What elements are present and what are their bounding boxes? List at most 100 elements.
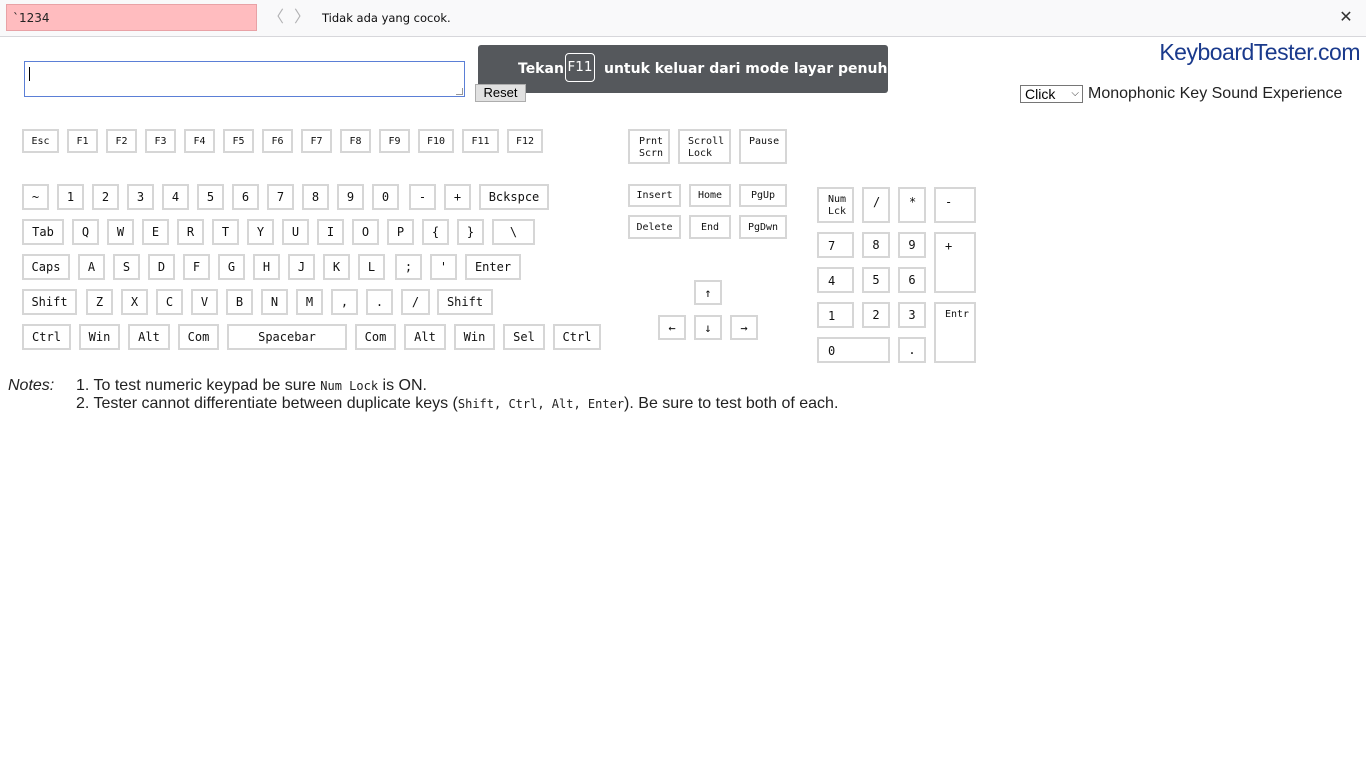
key-numpad-1[interactable]: 1: [817, 302, 854, 328]
key-left-brace[interactable]: {: [422, 219, 449, 245]
key-q[interactable]: Q: [72, 219, 99, 245]
key-comma[interactable]: ,: [331, 289, 358, 315]
key-alt-right[interactable]: Alt: [404, 324, 446, 350]
key-h[interactable]: H: [253, 254, 280, 280]
sound-select[interactable]: Click ⌵: [1020, 85, 1083, 103]
key-enter[interactable]: Enter: [465, 254, 521, 280]
key-numpad-0[interactable]: 0: [817, 337, 890, 363]
key-numpad-enter[interactable]: Entr: [934, 302, 976, 363]
key-scroll-lock[interactable]: Scroll Lock: [678, 129, 731, 164]
key-m[interactable]: M: [296, 289, 323, 315]
key-f4[interactable]: F4: [184, 129, 215, 153]
key-f7[interactable]: F7: [301, 129, 332, 153]
key-y[interactable]: Y: [247, 219, 274, 245]
key-win-left[interactable]: Win: [79, 324, 120, 350]
arrow-down-icon[interactable]: ↓: [694, 315, 722, 340]
resize-grip-icon[interactable]: [456, 88, 463, 95]
key-end[interactable]: End: [689, 215, 731, 239]
key-9[interactable]: 9: [337, 184, 364, 210]
key-com-right[interactable]: Com: [355, 324, 396, 350]
key-b[interactable]: B: [226, 289, 253, 315]
find-input[interactable]: `1234: [6, 4, 257, 31]
key-d[interactable]: D: [148, 254, 175, 280]
key-1[interactable]: 1: [57, 184, 84, 210]
key-pgdwn[interactable]: PgDwn: [739, 215, 787, 239]
key-right-brace[interactable]: }: [457, 219, 484, 245]
key-pgup[interactable]: PgUp: [739, 184, 787, 207]
key-shift-right[interactable]: Shift: [437, 289, 493, 315]
key-u[interactable]: U: [282, 219, 309, 245]
key-minus[interactable]: -: [409, 184, 436, 210]
key-r[interactable]: R: [177, 219, 204, 245]
key-f10[interactable]: F10: [418, 129, 454, 153]
key-x[interactable]: X: [121, 289, 148, 315]
key-o[interactable]: O: [352, 219, 379, 245]
key-w[interactable]: W: [107, 219, 134, 245]
site-logo[interactable]: KeyboardTester.com: [1159, 39, 1360, 66]
key-period[interactable]: .: [366, 289, 393, 315]
key-f11[interactable]: F11: [462, 129, 499, 153]
key-f6[interactable]: F6: [262, 129, 293, 153]
key-numpad-7[interactable]: 7: [817, 232, 854, 258]
chevron-left-icon[interactable]: 〈: [268, 8, 284, 26]
key-z[interactable]: Z: [86, 289, 113, 315]
key-plus[interactable]: +: [444, 184, 471, 210]
key-tilde[interactable]: ~: [22, 184, 49, 210]
key-7[interactable]: 7: [267, 184, 294, 210]
key-numpad-4[interactable]: 4: [817, 267, 854, 293]
key-8[interactable]: 8: [302, 184, 329, 210]
key-slash[interactable]: /: [401, 289, 430, 315]
key-f5[interactable]: F5: [223, 129, 254, 153]
key-t[interactable]: T: [212, 219, 239, 245]
close-icon[interactable]: ✕: [1336, 8, 1356, 26]
key-f[interactable]: F: [183, 254, 210, 280]
key-numpad-5[interactable]: 5: [862, 267, 890, 293]
key-numpad-2[interactable]: 2: [862, 302, 890, 328]
key-a[interactable]: A: [78, 254, 105, 280]
key-f2[interactable]: F2: [106, 129, 137, 153]
key-k[interactable]: K: [323, 254, 350, 280]
key-tab[interactable]: Tab: [22, 219, 64, 245]
key-numpad-8[interactable]: 8: [862, 232, 890, 258]
chevron-right-icon[interactable]: 〉: [294, 8, 310, 26]
key-sel[interactable]: Sel: [503, 324, 545, 350]
key-shift-left[interactable]: Shift: [22, 289, 77, 315]
key-semicolon[interactable]: ;: [395, 254, 422, 280]
key-p[interactable]: P: [387, 219, 414, 245]
key-f1[interactable]: F1: [67, 129, 98, 153]
arrow-left-icon[interactable]: ←: [658, 315, 686, 340]
key-i[interactable]: I: [317, 219, 344, 245]
arrow-right-icon[interactable]: →: [730, 315, 758, 340]
key-numpad-star[interactable]: *: [898, 187, 926, 223]
key-com-left[interactable]: Com: [178, 324, 219, 350]
key-num-lock[interactable]: Num Lck: [817, 187, 854, 223]
key-numpad-3[interactable]: 3: [898, 302, 926, 328]
key-delete[interactable]: Delete: [628, 215, 681, 239]
key-alt-left[interactable]: Alt: [128, 324, 170, 350]
reset-button[interactable]: Reset: [475, 84, 526, 102]
key-backspace[interactable]: Bckspce: [479, 184, 549, 210]
key-f12[interactable]: F12: [507, 129, 543, 153]
arrow-up-icon[interactable]: ↑: [694, 280, 722, 305]
key-l[interactable]: L: [358, 254, 385, 280]
key-numpad-plus[interactable]: +: [934, 232, 976, 293]
key-v[interactable]: V: [191, 289, 218, 315]
key-pause[interactable]: Pause: [739, 129, 787, 164]
key-quote[interactable]: ': [430, 254, 457, 280]
key-j[interactable]: J: [288, 254, 315, 280]
key-ctrl-left[interactable]: Ctrl: [22, 324, 71, 350]
key-print-screen[interactable]: Prnt Scrn: [628, 129, 670, 164]
key-n[interactable]: N: [261, 289, 288, 315]
key-numpad-dot[interactable]: .: [898, 337, 926, 363]
key-0[interactable]: 0: [372, 184, 399, 210]
key-e[interactable]: E: [142, 219, 169, 245]
key-5[interactable]: 5: [197, 184, 224, 210]
key-numpad-6[interactable]: 6: [898, 267, 926, 293]
key-caps[interactable]: Caps: [22, 254, 70, 280]
key-2[interactable]: 2: [92, 184, 119, 210]
key-numpad-9[interactable]: 9: [898, 232, 926, 258]
key-3[interactable]: 3: [127, 184, 154, 210]
key-spacebar[interactable]: Spacebar: [227, 324, 347, 350]
key-ctrl-right[interactable]: Ctrl: [553, 324, 601, 350]
key-c[interactable]: C: [156, 289, 183, 315]
